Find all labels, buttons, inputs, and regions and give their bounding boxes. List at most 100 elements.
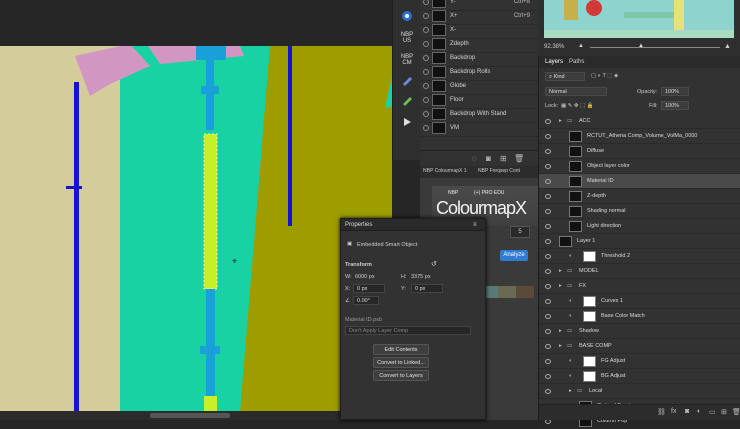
layer-row[interactable]: ▸ ▭ FX — [539, 279, 740, 294]
opacity-field[interactable]: 100% — [661, 87, 689, 96]
eye-icon[interactable] — [545, 194, 551, 199]
x-position-field[interactable]: 0 px — [353, 284, 385, 293]
layer-comp-select[interactable]: Don't Apply Layer Comp — [345, 326, 471, 335]
panel-menu-icon[interactable]: ≡ — [473, 222, 477, 228]
tab-colourmapx[interactable]: NBP ColourmapX 1 — [423, 168, 467, 174]
expand-arrow-icon[interactable]: ▸ — [569, 388, 572, 394]
layer-row[interactable]: ▸ ▭ MODEL — [539, 264, 740, 279]
eye-icon[interactable] — [545, 269, 551, 274]
layer-row[interactable]: ◐ Curves 1 — [539, 294, 740, 309]
height-value[interactable]: 3375 px — [411, 274, 431, 280]
eye-icon[interactable] — [423, 41, 429, 47]
document-canvas[interactable]: ⌖ — [0, 0, 392, 420]
layer-mask-thumbnail[interactable] — [583, 311, 596, 322]
iterations-field[interactable]: 5 — [510, 226, 530, 238]
eye-icon[interactable] — [545, 329, 551, 334]
layer-mask-thumbnail[interactable] — [583, 371, 596, 382]
eye-icon[interactable] — [545, 284, 551, 289]
layer-mask-thumbnail[interactable] — [583, 356, 596, 367]
zoom-slider-handle[interactable]: ▲ — [638, 43, 644, 49]
layer-row[interactable]: ▸ ▭ ACC — [539, 114, 740, 129]
target-icon[interactable] — [397, 10, 417, 28]
pen-icon[interactable] — [397, 74, 417, 92]
tab-paths[interactable]: Paths — [569, 59, 584, 65]
eye-icon[interactable] — [545, 359, 551, 364]
zoom-level[interactable]: 92.38% — [544, 44, 564, 50]
zoom-slider[interactable] — [590, 47, 720, 48]
lock-icons[interactable]: ▦ ✎ ✥ ⬚ 🔒 — [561, 103, 594, 109]
properties-header[interactable]: Properties ≡ — [341, 219, 485, 231]
eye-icon[interactable] — [423, 125, 429, 131]
eye-icon[interactable] — [423, 83, 429, 89]
eye-icon[interactable] — [423, 0, 429, 5]
new-channel-icon[interactable]: ⊞ — [500, 154, 507, 163]
layer-filter-kind[interactable]: ⌕ Kind — [545, 72, 585, 81]
eye-icon[interactable] — [545, 134, 551, 139]
link-icon[interactable]: ⛓ — [657, 408, 666, 416]
eye-icon[interactable] — [545, 164, 551, 169]
layer-mask-thumbnail[interactable] — [583, 296, 596, 307]
canvas-horizontal-scrollbar[interactable] — [0, 411, 392, 420]
eye-icon[interactable] — [545, 254, 551, 259]
zoom-out-icon[interactable]: ▲ — [578, 43, 584, 49]
layer-row[interactable]: RCTUT_Athena Comp_Volume_VolMa_0000 — [539, 129, 740, 144]
expand-arrow-icon[interactable]: ▸ — [559, 328, 562, 334]
layer-thumbnail[interactable] — [559, 236, 572, 247]
eye-icon[interactable] — [545, 344, 551, 349]
trash-icon[interactable]: 🗑 — [514, 154, 524, 163]
blend-mode-select[interactable]: Normal — [545, 87, 607, 96]
color-swatch[interactable] — [516, 286, 534, 298]
scroll-thumb[interactable] — [150, 413, 230, 418]
brush-icon[interactable] — [397, 94, 417, 112]
layer-thumbnail[interactable] — [569, 161, 582, 172]
eye-icon[interactable] — [545, 179, 551, 184]
zoom-in-icon[interactable]: ▲ — [724, 43, 731, 50]
eye-icon[interactable] — [545, 209, 551, 214]
play-icon[interactable] — [397, 116, 417, 134]
edit-contents-button[interactable]: Edit Contents — [373, 344, 429, 355]
layer-row[interactable]: ◐ Threshold 2 — [539, 249, 740, 264]
layer-thumbnail[interactable] — [569, 206, 582, 217]
y-position-field[interactable]: 0 px — [411, 284, 443, 293]
layer-thumbnail[interactable] — [569, 191, 582, 202]
expand-arrow-icon[interactable]: ▸ — [559, 283, 562, 289]
dotted-circle-icon[interactable]: ◌ — [472, 154, 477, 163]
layer-row[interactable]: ▸ ▭ BASE COMP — [539, 339, 740, 354]
convert-to-layers-button[interactable]: Convert to Layers — [373, 370, 429, 381]
filter-icons[interactable]: ▢ ◐ T ⬚ ◈ — [591, 73, 618, 79]
expand-arrow-icon[interactable]: ▸ — [559, 118, 562, 124]
tab-layers[interactable]: Layers — [545, 59, 563, 65]
width-value[interactable]: 6000 px — [355, 274, 375, 280]
eye-icon[interactable] — [423, 69, 429, 75]
eye-icon[interactable] — [545, 119, 551, 124]
fill-field[interactable]: 100% — [661, 101, 689, 110]
nbp-cm-button[interactable]: NBP CM — [397, 54, 417, 72]
layer-row[interactable]: Object layer color — [539, 159, 740, 174]
analyze-button[interactable]: Analyze — [500, 250, 528, 261]
layer-row[interactable]: ◐ BG Adjust — [539, 369, 740, 384]
nbp-us-button[interactable]: NBP US — [397, 32, 417, 50]
eye-icon[interactable] — [545, 224, 551, 229]
eye-icon[interactable] — [545, 149, 551, 154]
layer-row[interactable]: ▸ ▭ Shadow — [539, 324, 740, 339]
layer-row[interactable]: ◐ Base Color Match — [539, 309, 740, 324]
layer-thumbnail[interactable] — [569, 176, 582, 187]
eye-icon[interactable] — [545, 374, 551, 379]
layer-row[interactable]: Material ID — [539, 174, 740, 189]
new-layer-icon[interactable]: ⊞ — [721, 408, 727, 416]
layer-thumbnail[interactable] — [569, 221, 582, 232]
eye-icon[interactable] — [423, 13, 429, 19]
expand-arrow-icon[interactable]: ▸ — [559, 343, 562, 349]
eye-icon[interactable] — [423, 97, 429, 103]
folder-icon[interactable]: ▭ — [709, 408, 716, 416]
expand-arrow-icon[interactable]: ▸ — [559, 268, 562, 274]
fx-icon[interactable]: fx — [671, 408, 676, 415]
channel-row[interactable]: VM — [420, 120, 538, 137]
angle-field[interactable]: 0.00° — [353, 296, 379, 305]
layer-mask-thumbnail[interactable] — [583, 251, 596, 262]
layer-row[interactable]: Light direction — [539, 219, 740, 234]
navigator-thumbnail[interactable] — [544, 0, 734, 38]
mask-icon[interactable]: ◙ — [685, 408, 689, 415]
layer-row[interactable]: Z-depth — [539, 189, 740, 204]
eye-icon[interactable] — [545, 299, 551, 304]
